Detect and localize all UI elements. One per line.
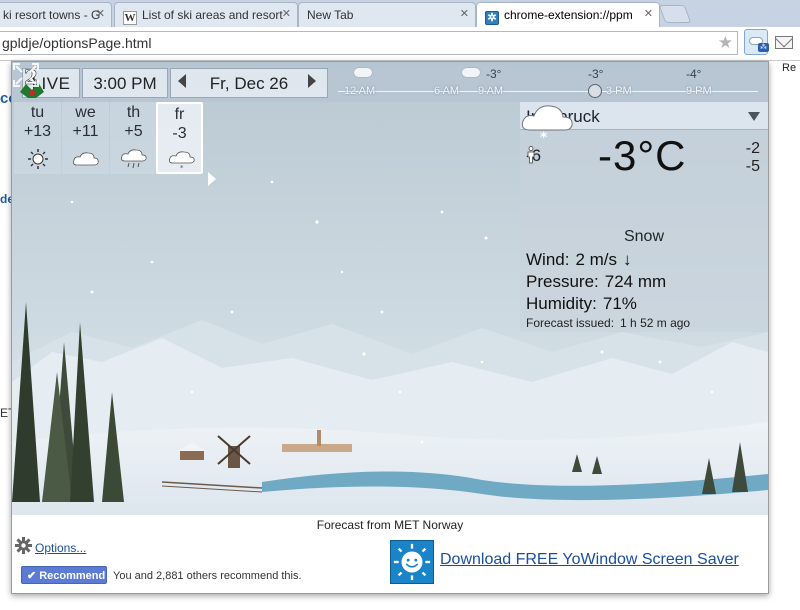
address-bar[interactable]: gpldje/optionsPage.html ★ <box>0 31 738 55</box>
humidity-value: 71% <box>602 294 637 313</box>
timeline-time: 6 AM <box>434 85 460 97</box>
yowindow-extension-button[interactable]: ⁂ <box>744 29 769 55</box>
pressure-value: 724 mm <box>604 272 667 291</box>
timeline-time: 9 PM <box>686 85 712 97</box>
pressure-label: Pressure: <box>526 272 599 291</box>
current-conditions-panel: Innsbruck -6 -3°C -2 -5 * Snow Wind:2 m/… <box>520 102 768 332</box>
popup-footer: Forecast from MET Norway Options... ✔ Rec… <box>12 515 768 593</box>
pressure-row: Pressure: 724 mm <box>526 272 666 292</box>
person-icon <box>527 146 535 164</box>
current-temperature: -3°C <box>598 132 687 179</box>
wind-direction-icon: ↓ <box>623 250 632 269</box>
forecast-issued: Forecast issued: 1 h 52 m ago <box>526 316 690 330</box>
snow-cloud-icon <box>354 68 372 77</box>
tab-close-icon[interactable]: ✕ <box>282 7 291 20</box>
low-temperature: -5 <box>745 158 760 175</box>
wind-row: Wind: 2 m/s ↓ <box>526 250 632 270</box>
day-temp: -3 <box>172 125 187 142</box>
screen-saver-sun-icon[interactable] <box>390 540 434 584</box>
current-time[interactable]: 3:00 PM <box>82 68 168 98</box>
condition-text: Snow <box>623 228 665 245</box>
options-link[interactable]: Options... <box>35 541 86 555</box>
hourly-timeline[interactable]: -3° -3° -4° 12 AM 6 AM 9 AM 3 PM 9 PM <box>330 62 768 102</box>
timeline-temp: -3° <box>486 67 502 81</box>
timeline-time: 3 PM <box>606 85 632 97</box>
timeline-temp: -4° <box>686 67 702 81</box>
day-temp: +13 <box>23 123 52 140</box>
weather-scene: LIVE 3:00 PM Fr, Dec 26 -3° -3° -4° 12 A… <box>12 62 768 515</box>
tab-close-icon[interactable]: ✕ <box>96 7 105 20</box>
humidity-label: Humidity: <box>526 294 597 313</box>
sun-icon <box>28 149 48 169</box>
day-wednesday[interactable]: we +11 <box>62 102 109 174</box>
day-name: tu <box>30 104 45 121</box>
tab-list-of-ski-areas[interactable]: W List of ski areas and resort ✕ <box>114 2 298 27</box>
bg-page-text: Re <box>782 62 797 74</box>
recommend-label: Recommend <box>39 570 106 582</box>
issued-label: Forecast issued: <box>526 316 615 330</box>
timeline-time: 9 AM <box>478 85 504 97</box>
previous-day-icon[interactable] <box>178 74 186 88</box>
rain-cloud-icon <box>121 149 147 169</box>
time-navigation-bar: LIVE 3:00 PM Fr, Dec 26 -3° -3° -4° 12 A… <box>12 62 768 102</box>
bookmark-star-icon[interactable]: ★ <box>718 33 733 53</box>
tab-new-tab[interactable]: New Tab ✕ <box>298 2 476 27</box>
daily-forecast: tu +13 we +11 th +5 fr -3 * <box>12 102 222 186</box>
timeline-time: 12 AM <box>344 85 376 97</box>
next-day-icon[interactable] <box>308 74 316 88</box>
recommend-count: You and 2,881 others recommend this. <box>113 570 302 582</box>
day-name: we <box>75 104 96 121</box>
snow-cloud-icon: * <box>169 151 195 171</box>
tab-label: New Tab <box>307 8 354 22</box>
forecast-source: Forecast from MET Norway <box>316 518 464 532</box>
gear-icon[interactable] <box>15 537 32 554</box>
humidity-row: Humidity: 71% <box>526 294 637 314</box>
mail-icon[interactable] <box>775 36 793 49</box>
high-temperature: -2 <box>745 140 760 157</box>
timeline-temp: -3° <box>588 67 604 81</box>
tab-chrome-extension[interactable]: ✲ chrome-extension://ppm ✕ <box>476 2 660 27</box>
tab-label: ki resort towns - G <box>3 8 101 22</box>
date-selector[interactable]: Fr, Dec 26 <box>170 68 328 98</box>
check-icon: ✔ <box>27 570 37 582</box>
day-thursday[interactable]: th +5 <box>110 102 157 174</box>
snow-cloud-icon <box>462 68 480 77</box>
day-name: th <box>126 104 141 121</box>
tab-label: chrome-extension://ppm <box>504 8 633 22</box>
day-temp: +11 <box>72 123 99 140</box>
tab-label: List of ski areas and resort <box>142 8 283 22</box>
tab-close-icon[interactable]: ✕ <box>644 7 653 20</box>
day-tuesday[interactable]: tu +13 <box>14 102 61 174</box>
recommend-button[interactable]: ✔ Recommend <box>21 566 107 584</box>
timeline-slider-handle[interactable] <box>588 84 602 98</box>
fullscreen-icon[interactable] <box>12 62 40 88</box>
day-name: fr <box>174 106 185 123</box>
download-screen-saver-link[interactable]: Download FREE YoWindow Screen Saver <box>440 551 739 569</box>
weather-popup: LIVE 3:00 PM Fr, Dec 26 -3° -3° -4° 12 A… <box>11 61 769 594</box>
tab-strip: ki resort towns - G ✕ W List of ski areas… <box>0 0 800 27</box>
chevron-down-icon[interactable] <box>748 112 760 121</box>
extension-favicon-icon: ✲ <box>485 11 499 25</box>
more-days-icon[interactable] <box>208 172 216 186</box>
browser-toolbar: gpldje/optionsPage.html ★ ⁂ <box>0 27 800 61</box>
day-friday[interactable]: fr -3 * <box>156 102 203 174</box>
tab-close-icon[interactable]: ✕ <box>460 7 469 20</box>
svg-text:*: * <box>540 130 548 142</box>
date-label: Fr, Dec 26 <box>209 74 289 93</box>
snow-cloud-icon: * <box>521 105 573 142</box>
wind-value: 2 m/s <box>575 250 618 269</box>
day-temp: +5 <box>124 123 143 140</box>
tab-ski-resort-towns[interactable]: ki resort towns - G ✕ <box>0 2 112 27</box>
wikipedia-icon: W <box>123 11 137 25</box>
feels-like: -6 <box>526 146 541 166</box>
svg-text:*: * <box>180 164 184 171</box>
address-text: gpldje/optionsPage.html <box>2 35 152 51</box>
extension-badge: ⁂ <box>758 43 769 52</box>
issued-value: 1 h 52 m ago <box>620 316 691 330</box>
wind-label: Wind: <box>526 250 570 269</box>
cloud-icon <box>73 152 99 166</box>
new-tab-button[interactable] <box>658 5 692 23</box>
